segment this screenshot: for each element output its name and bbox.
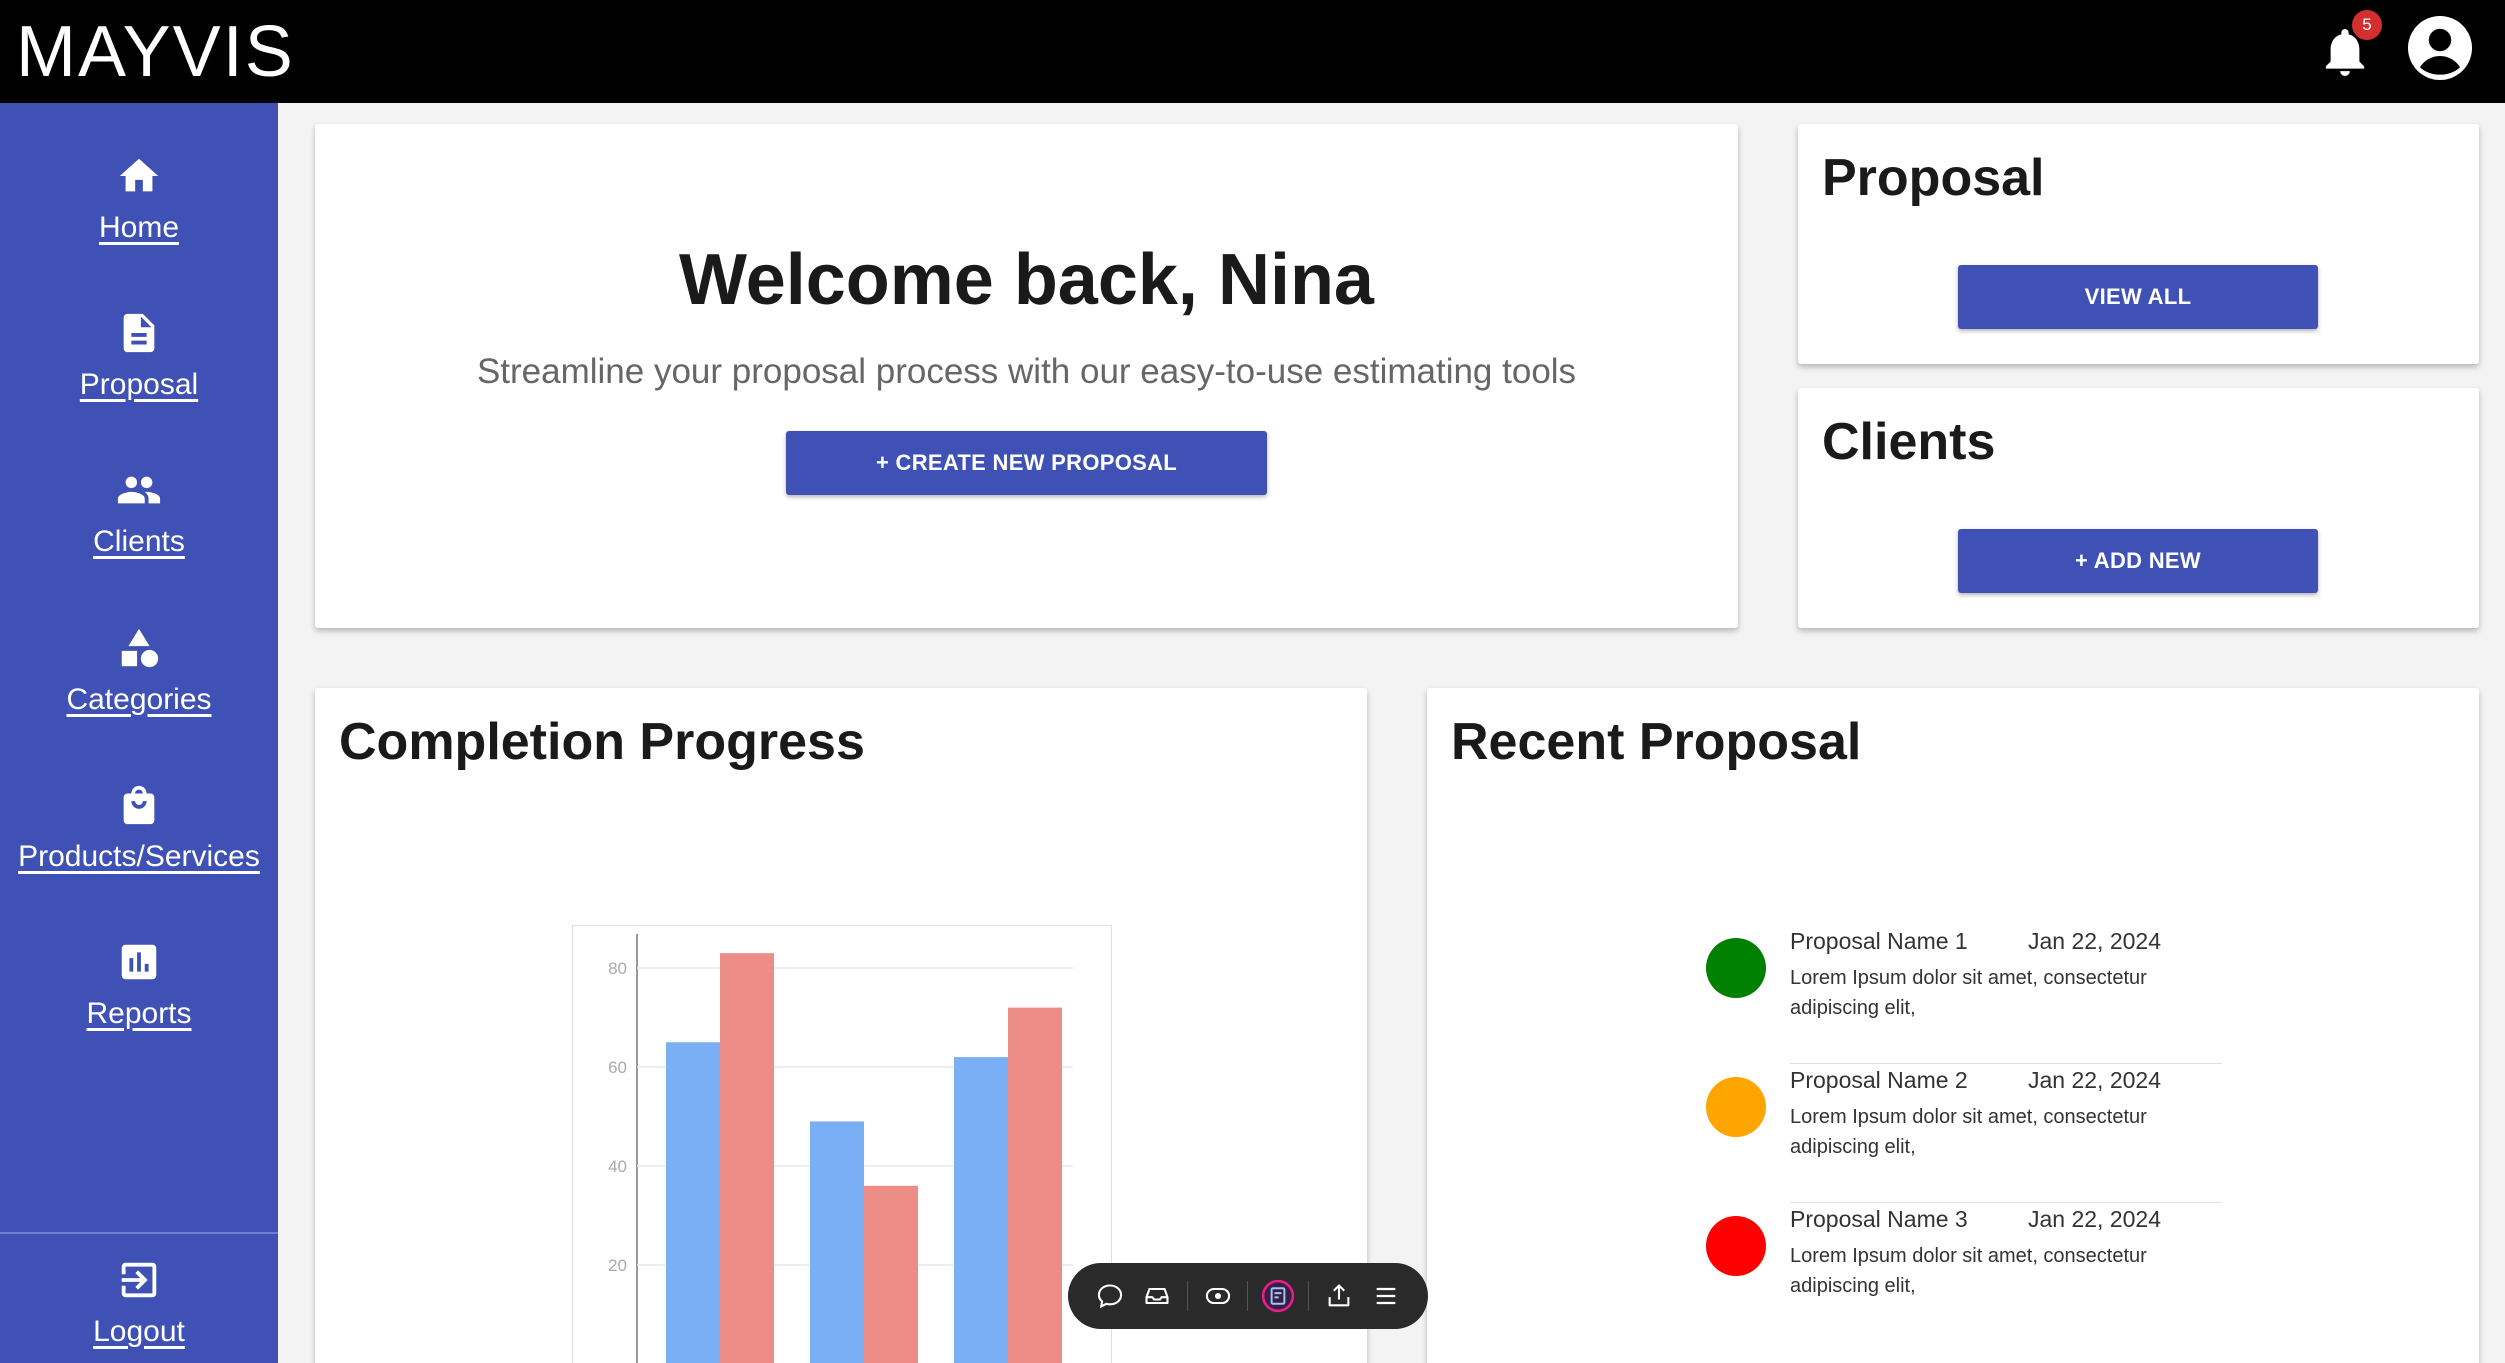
- toolbar-divider: [1247, 1281, 1249, 1311]
- list-item[interactable]: Proposal Name 1 Jan 22, 2024 Lorem Ipsum…: [1706, 928, 2222, 1068]
- bar-series-1-item-2[interactable]: [810, 1121, 864, 1363]
- floating-toolbar: [1068, 1263, 1428, 1329]
- shopping-bag-icon: [123, 785, 155, 825]
- sidebar-item-label: Categories: [66, 683, 212, 716]
- y-tick-label: 40: [608, 1157, 627, 1176]
- sidebar-item-home[interactable]: Home: [0, 153, 278, 245]
- inbox-icon[interactable]: [1140, 1279, 1174, 1313]
- welcome-subtitle: Streamline your proposal process with ou…: [476, 352, 1577, 391]
- comment-icon[interactable]: [1093, 1279, 1127, 1313]
- sidebar-item-logout[interactable]: Logout: [0, 1257, 278, 1349]
- proposal-date: Jan 22, 2024: [2028, 1067, 2162, 1093]
- add-new-client-button[interactable]: + ADD NEW: [1958, 529, 2318, 593]
- bar-series-1-item-3[interactable]: [954, 1057, 1008, 1363]
- sidebar-item-reports[interactable]: Reports: [0, 939, 278, 1031]
- document-icon: [123, 313, 155, 353]
- completion-bar-chart: 80 60 40 20: [608, 934, 1073, 1363]
- status-dot: [1706, 1216, 1766, 1276]
- eye-icon[interactable]: [1201, 1279, 1235, 1313]
- sidebar: Home Proposal Clients Categories Product…: [0, 103, 278, 1363]
- top-app-bar: MAYVIS: [0, 0, 2505, 103]
- clients-card-title: Clients: [1822, 413, 1996, 471]
- people-icon: [117, 476, 161, 504]
- y-tick-label: 80: [608, 959, 627, 978]
- home-icon: [119, 158, 159, 192]
- status-dot: [1706, 938, 1766, 998]
- bar-series-2-item-1[interactable]: [720, 953, 774, 1363]
- bar-series-2-item-3[interactable]: [1008, 1007, 1062, 1363]
- brand-logo[interactable]: MAYVIS: [16, 16, 295, 88]
- sidebar-item-label: Products/Services: [18, 840, 260, 873]
- y-tick-label: 60: [608, 1058, 627, 1077]
- proposal-date: Jan 22, 2024: [2028, 1206, 2162, 1232]
- toolbar-divider: [1308, 1281, 1310, 1311]
- record-icon[interactable]: [1261, 1279, 1295, 1313]
- account-avatar-icon[interactable]: [2408, 16, 2472, 80]
- list-item[interactable]: Proposal Name 2 Jan 22, 2024 Lorem Ipsum…: [1706, 1067, 2222, 1207]
- bar-series-1-item-1[interactable]: [666, 1042, 720, 1363]
- sidebar-item-proposal[interactable]: Proposal: [0, 310, 278, 402]
- proposal-description: Lorem Ipsum dolor sit amet, consectetur …: [1790, 1106, 2147, 1158]
- sidebar-item-label: Clients: [93, 525, 185, 558]
- sidebar-item-label: Reports: [86, 997, 192, 1030]
- toolbar-divider: [1186, 1281, 1188, 1311]
- y-tick-label: 20: [608, 1256, 627, 1275]
- clients-card: Clients + ADD NEW: [1798, 388, 2479, 628]
- recent-proposal-title: Recent Proposal: [1451, 713, 1862, 771]
- sidebar-item-label: Logout: [93, 1315, 185, 1348]
- proposal-name: Proposal Name 1: [1790, 928, 1968, 954]
- proposal-description: Lorem Ipsum dolor sit amet, consectetur …: [1790, 1245, 2147, 1297]
- sidebar-item-categories[interactable]: Categories: [0, 625, 278, 717]
- proposal-description: Lorem Ipsum dolor sit amet, consectetur …: [1790, 967, 2147, 1019]
- proposal-name: Proposal Name 2: [1790, 1067, 1968, 1093]
- notification-count-badge: 5: [2352, 10, 2382, 40]
- list-divider: [1790, 1063, 2222, 1064]
- status-dot: [1706, 1077, 1766, 1137]
- bar-chart-icon: [121, 944, 157, 980]
- completion-progress-title: Completion Progress: [339, 713, 865, 771]
- shapes-icon: [121, 628, 159, 668]
- menu-icon[interactable]: [1369, 1279, 1403, 1313]
- create-new-proposal-button[interactable]: + CREATE NEW PROPOSAL: [786, 431, 1267, 495]
- share-icon[interactable]: [1322, 1279, 1356, 1313]
- sidebar-item-products-services[interactable]: Products/Services: [0, 782, 278, 874]
- sidebar-item-label: Home: [98, 211, 180, 244]
- sidebar-item-label: Proposal: [79, 368, 199, 401]
- proposal-card: Proposal VIEW ALL: [1798, 124, 2479, 364]
- chart-frame: 80 60 40 20: [572, 925, 1112, 1363]
- welcome-title: Welcome back, Nina: [679, 240, 1374, 320]
- proposal-card-title: Proposal: [1822, 149, 2045, 207]
- sidebar-divider: [0, 1232, 278, 1234]
- sidebar-item-clients[interactable]: Clients: [0, 467, 278, 559]
- list-item[interactable]: Proposal Name 3 Jan 22, 2024 Lorem Ipsum…: [1706, 1206, 2222, 1316]
- bar-series-2-item-2[interactable]: [864, 1185, 918, 1363]
- list-divider: [1790, 1202, 2222, 1203]
- proposal-date: Jan 22, 2024: [2028, 928, 2162, 954]
- proposal-name: Proposal Name 3: [1790, 1206, 1968, 1232]
- view-all-proposals-button[interactable]: VIEW ALL: [1958, 265, 2318, 329]
- welcome-card: Welcome back, Nina Streamline your propo…: [315, 124, 1738, 628]
- logout-icon: [121, 1262, 157, 1298]
